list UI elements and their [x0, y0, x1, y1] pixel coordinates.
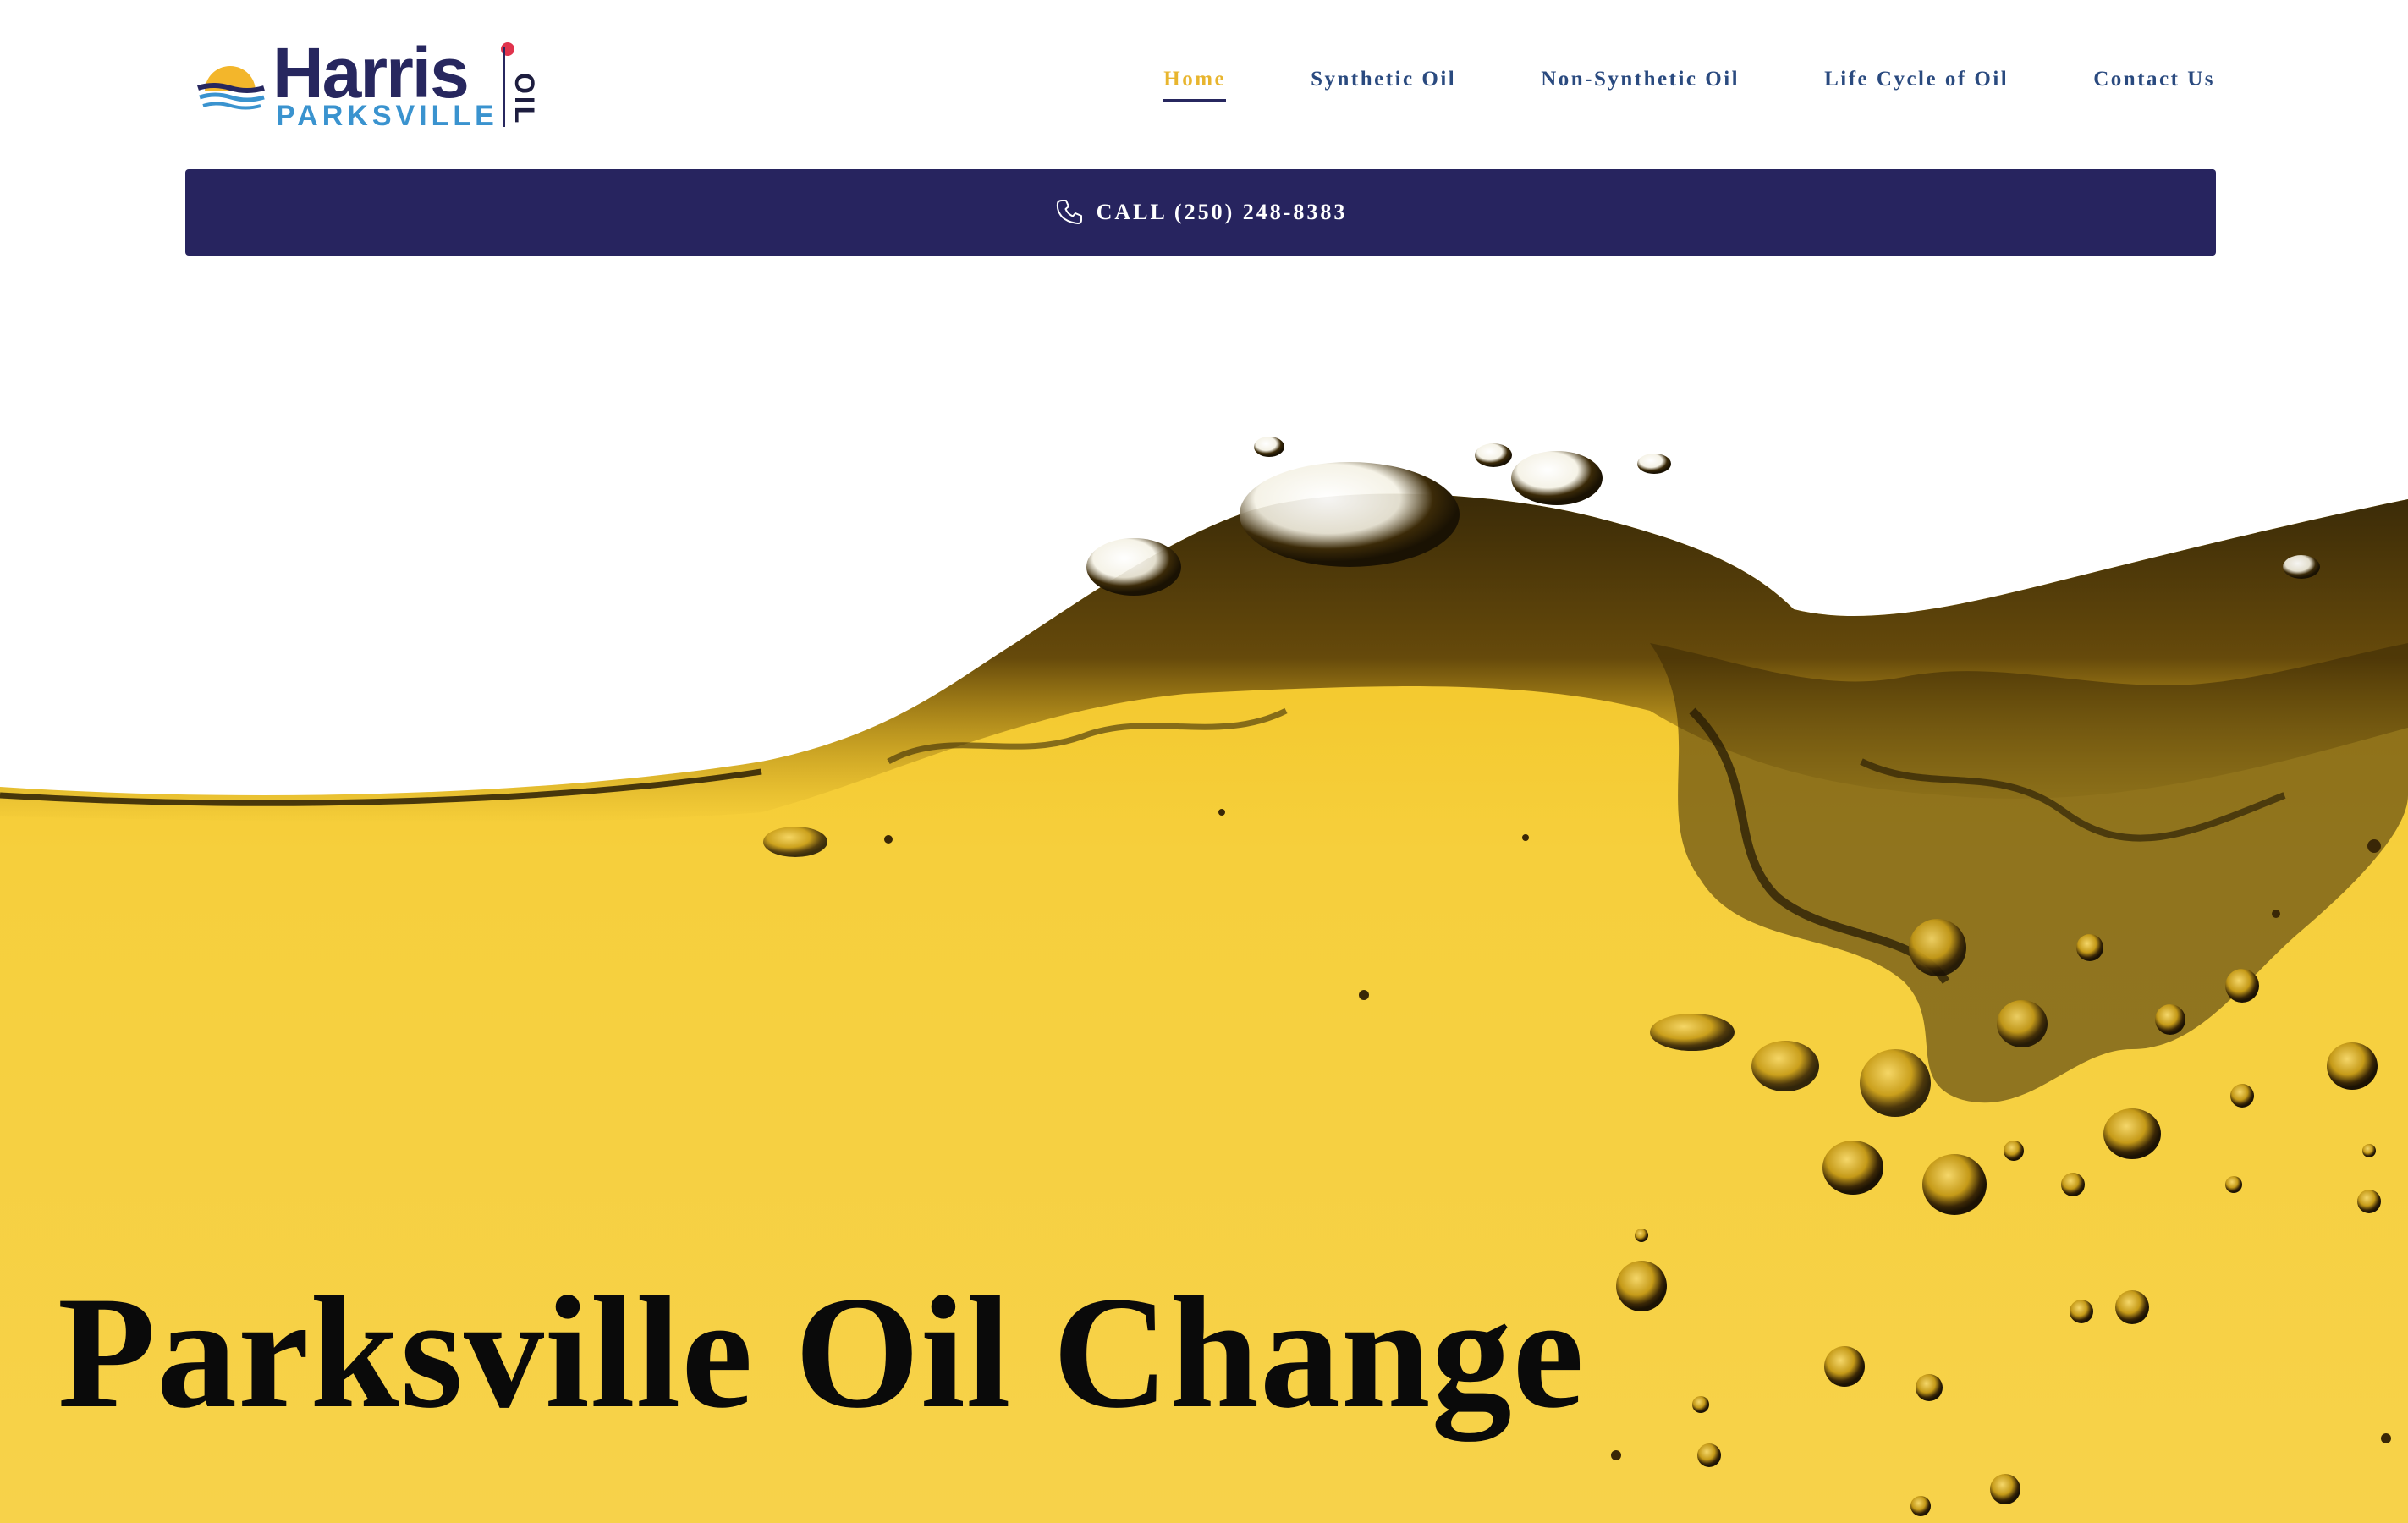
- call-button[interactable]: CALL (250) 248-8383: [185, 169, 2216, 256]
- logo-location: PARKSVILLE: [276, 100, 498, 132]
- nav-item-contact-us[interactable]: Contact Us: [2093, 68, 2215, 102]
- main-nav: Home Synthetic Oil Non-Synthetic Oil Lif…: [1079, 68, 2215, 102]
- nav-item-non-synthetic-oil[interactable]: Non-Synthetic Oil: [1541, 68, 1740, 102]
- call-button-label: CALL (250) 248-8383: [1096, 200, 1348, 224]
- nav-item-synthetic-oil[interactable]: Synthetic Oil: [1311, 68, 1456, 102]
- nav-item-life-cycle-of-oil[interactable]: Life Cycle of Oil: [1824, 68, 2009, 102]
- logo-divider: [503, 47, 505, 127]
- nav-item-home[interactable]: Home: [1163, 68, 1227, 102]
- logo-product: OIL: [509, 73, 540, 126]
- phone-icon: [1056, 200, 1082, 224]
- sun-wave-logo-icon: [197, 66, 265, 110]
- site-header: Harris PARKSVILLE OIL Home Synthetic Oil…: [0, 0, 2408, 152]
- call-button-content: CALL (250) 248-8383: [1054, 197, 1348, 228]
- hero-banner: Parksville Oil Change: [0, 288, 2408, 1523]
- site-logo[interactable]: Harris PARKSVILLE: [196, 33, 552, 137]
- hero-title: Parksville Oil Change: [58, 1264, 1585, 1442]
- page: Harris PARKSVILLE OIL Home Synthetic Oil…: [0, 0, 2408, 1523]
